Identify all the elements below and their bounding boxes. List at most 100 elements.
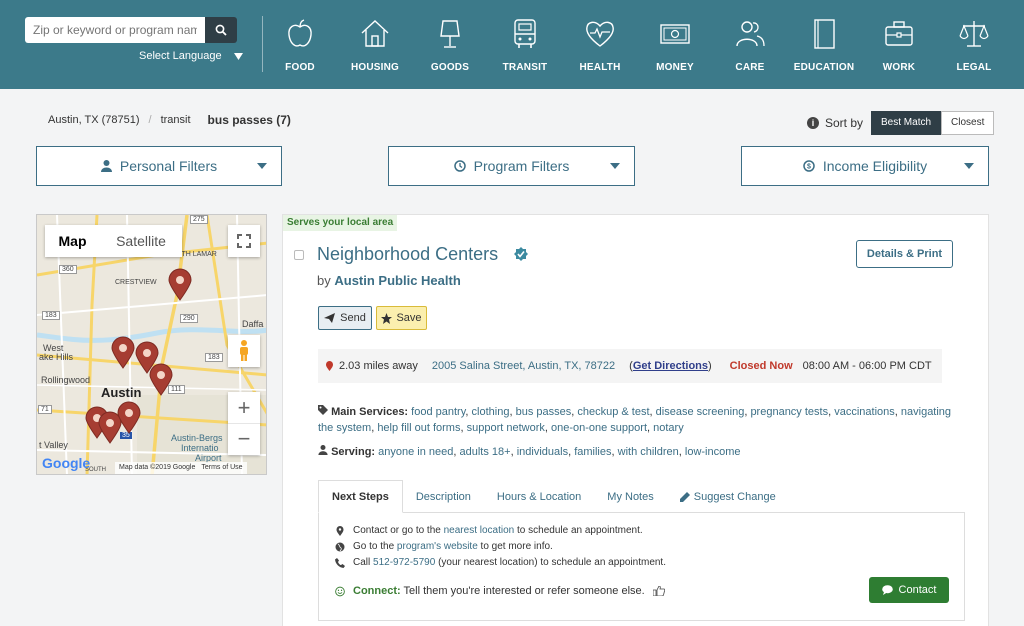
service-link[interactable]: help fill out forms [377, 422, 460, 434]
serving-link[interactable]: adults 18+ [460, 446, 511, 458]
step-connect: Connect: Tell them you're interested or … [335, 585, 665, 597]
breadcrumb-location[interactable]: Austin, TX (78751) [48, 114, 140, 126]
map-marker [149, 363, 173, 396]
tab-my-notes[interactable]: My Notes [594, 480, 666, 513]
category-housing[interactable]: HOUSING [335, 18, 415, 78]
breadcrumb-category[interactable]: transit [161, 114, 191, 126]
map-terms-link[interactable]: Terms of Use [201, 464, 242, 471]
street-view-button[interactable] [228, 335, 260, 367]
map[interactable]: Map Satellite + − NORTH LAMAR CRESTVIEW … [36, 214, 267, 475]
main-services-label: Main Services: [331, 406, 409, 418]
top-header: Select Language FOOD HOUSING GOODS TRANS… [0, 0, 1024, 89]
next-steps-panel: Contact or go to the nearest location to… [318, 513, 965, 621]
service-link[interactable]: notary [653, 422, 684, 434]
serving-link[interactable]: with children [618, 446, 679, 458]
main-services-list: food pantry, clothing, bus passes, check… [318, 406, 952, 434]
service-link[interactable]: food pantry [411, 406, 465, 418]
language-selector[interactable]: Select Language [139, 50, 243, 62]
program-filters-dropdown[interactable]: Program Filters [388, 146, 635, 186]
info-icon[interactable]: i [807, 117, 819, 129]
hours-text: 08:00 AM - 06:00 PM CDT [802, 360, 932, 372]
step-visit-text-b: to schedule an appointment. [517, 525, 643, 536]
category-health[interactable]: HEALTH [560, 18, 640, 78]
program-title[interactable]: Neighborhood Centers [317, 244, 498, 265]
clock-icon [453, 160, 466, 172]
contact-label: Contact [898, 584, 937, 596]
category-care[interactable]: CARE [710, 18, 790, 78]
fullscreen-icon [237, 234, 251, 248]
category-label: CARE [735, 62, 765, 73]
step-website-text-b: to get more info. [480, 541, 553, 552]
save-button[interactable]: Save [376, 306, 427, 330]
fullscreen-button[interactable] [228, 225, 260, 257]
get-directions-link[interactable]: Get Directions [633, 360, 708, 372]
service-link[interactable]: clothing [472, 406, 510, 418]
people-icon [736, 21, 765, 47]
service-link[interactable]: support network [467, 422, 545, 434]
map-tab-map[interactable]: Map [45, 225, 100, 257]
address-link[interactable]: 2005 Salina Street, Austin, TX, 78722 [432, 360, 615, 372]
zoom-in-button[interactable]: + [228, 393, 260, 424]
open-status: Closed Now [729, 360, 793, 372]
personal-filters-dropdown[interactable]: Personal Filters [36, 146, 282, 186]
contact-button[interactable]: Contact [869, 577, 949, 603]
category-work[interactable]: WORK [859, 18, 939, 78]
service-link[interactable]: disease screening [656, 406, 745, 418]
category-legal[interactable]: LEGAL [934, 18, 1014, 78]
tab-description[interactable]: Description [403, 480, 484, 513]
breadcrumb-separator: / [148, 114, 152, 126]
income-eligibility-dropdown[interactable]: $ Income Eligibility [741, 146, 989, 186]
nearest-location-link[interactable]: nearest location [444, 525, 515, 536]
service-link[interactable]: pregnancy tests [750, 406, 828, 418]
category-label: EDUCATION [793, 62, 855, 73]
phone-link[interactable]: 512-972-5790 [373, 557, 435, 568]
sort-closest-button[interactable]: Closest [941, 111, 995, 135]
search-input[interactable] [25, 17, 205, 43]
connect-label: Connect: [353, 585, 401, 597]
by-label: by [317, 273, 331, 288]
map-tab-satellite[interactable]: Satellite [100, 225, 182, 257]
map-data-credit: Map data ©2019 Google [119, 464, 196, 471]
user-icon [100, 160, 112, 172]
map-pin-icon [336, 525, 344, 536]
category-transit[interactable]: TRANSIT [485, 18, 565, 78]
send-button[interactable]: Send [318, 306, 372, 330]
language-label: Select Language [139, 50, 222, 62]
connect-text: Tell them you're interested or refer som… [403, 585, 645, 597]
serving-link[interactable]: families [574, 446, 611, 458]
service-link[interactable]: checkup & test [577, 406, 649, 418]
step-visit-text-a: Contact or go to the [353, 525, 441, 536]
card-tabs: Next Steps Description Hours & Location … [318, 480, 965, 513]
tab-suggest-change[interactable]: Suggest Change [667, 480, 789, 513]
house-icon [361, 20, 389, 47]
map-marker [98, 411, 122, 444]
serving-groups: Serving: anyone in need, adults 18+, ind… [318, 445, 741, 458]
smile-icon [335, 586, 345, 596]
program-card: Serves your local area Neighborhood Cent… [282, 214, 989, 626]
tab-next-steps[interactable]: Next Steps [318, 480, 403, 513]
serving-link[interactable]: anyone in need [378, 446, 453, 458]
category-food[interactable]: FOOD [260, 18, 340, 78]
sort-best-match-button[interactable]: Best Match [871, 111, 942, 135]
step-call: Call 512-972-5790 (your nearest location… [335, 557, 666, 568]
tab-hours-location[interactable]: Hours & Location [484, 480, 594, 513]
serving-link[interactable]: low-income [685, 446, 741, 458]
serving-link[interactable]: individuals [517, 446, 568, 458]
provider-link[interactable]: Austin Public Health [334, 273, 460, 288]
category-label: WORK [882, 62, 916, 73]
category-education[interactable]: EDUCATION [784, 18, 864, 78]
program-website-link[interactable]: program's website [397, 541, 478, 552]
service-link[interactable]: one-on-one support [551, 422, 647, 434]
category-money[interactable]: MONEY [635, 18, 715, 78]
send-label: Send [340, 312, 366, 324]
caret-down-icon [610, 163, 620, 169]
select-checkbox[interactable] [294, 250, 304, 260]
zoom-out-button[interactable]: − [228, 424, 260, 455]
details-print-button[interactable]: Details & Print [856, 240, 953, 268]
service-link[interactable]: vaccinations [834, 406, 895, 418]
caret-down-icon [233, 52, 243, 60]
category-goods[interactable]: GOODS [410, 18, 490, 78]
briefcase-icon [885, 21, 913, 46]
search-button[interactable] [205, 17, 237, 43]
service-link[interactable]: bus passes [516, 406, 572, 418]
